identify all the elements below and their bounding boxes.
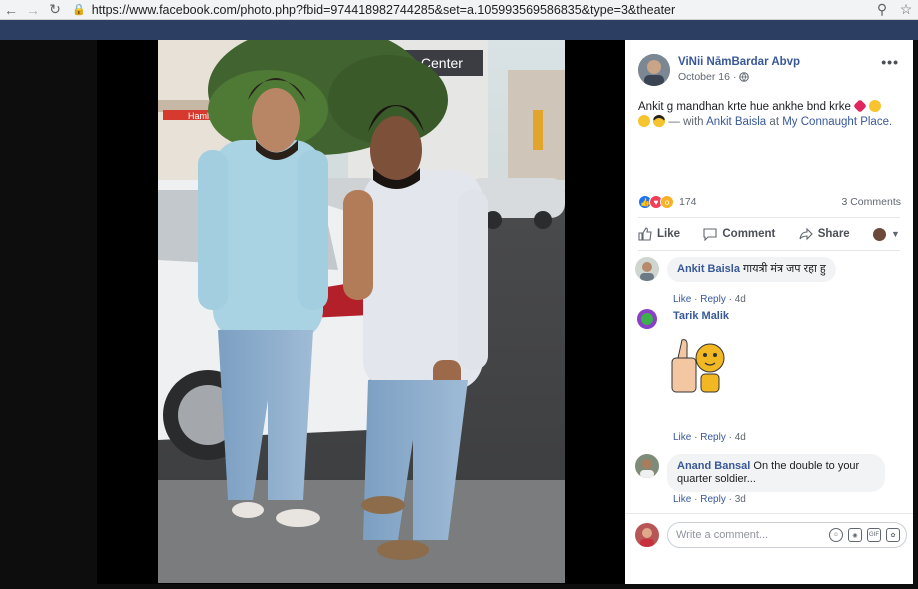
camera-icon[interactable]: ◉ xyxy=(848,528,862,542)
post-date[interactable]: October 16 xyxy=(678,71,730,83)
globe-icon xyxy=(739,72,750,82)
bookmark-star-icon[interactable]: ☆ xyxy=(894,1,918,18)
comments-section: Ankit Baisla गायत्री मंत्र जप रहा हु Lik… xyxy=(625,251,913,584)
post-text: Ankit g mandhan krte hue ankhe bnd krke … xyxy=(638,99,906,130)
share-arrow-icon xyxy=(799,227,813,241)
gif-icon[interactable]: GIF xyxy=(867,528,881,542)
emoji-picker-icon[interactable]: ☺ xyxy=(829,528,843,542)
comment-like-link[interactable]: Like xyxy=(673,494,691,505)
more-options-icon[interactable]: ••• xyxy=(881,54,899,70)
post-details-panel: ViNii NāmBardar Abvp October 16 · ••• An… xyxy=(625,40,913,584)
comment-actions: Like · Reply · 4d xyxy=(673,432,746,443)
comment-item: Anand Bansal On the double to your quart… xyxy=(635,454,885,492)
commenter-name[interactable]: Ankit Baisla xyxy=(677,263,740,275)
url-text: https://www.facebook.com/photo.php?fbid=… xyxy=(91,2,676,17)
red-heart-emoji xyxy=(853,99,867,113)
commenter-name[interactable]: Tarik Malik xyxy=(673,310,729,322)
comment-bubble: Anand Bansal On the double to your quart… xyxy=(667,454,885,492)
comment-placeholder: Write a comment... xyxy=(676,529,769,541)
comment-button[interactable]: Comment xyxy=(703,227,775,241)
reaction-count: 174 xyxy=(679,196,697,208)
comment-reply-link[interactable]: Reply xyxy=(700,294,726,305)
post-photo[interactable]: Hamleys y Center xyxy=(158,40,565,583)
facebook-top-bar xyxy=(0,20,918,40)
grinning-squinting-emoji xyxy=(869,100,882,112)
address-bar[interactable]: 🔒 https://www.facebook.com/photo.php?fbi… xyxy=(72,1,870,19)
thumbs-up-sticker xyxy=(671,339,725,393)
commenter-name-block: Tarik Malik xyxy=(673,310,729,331)
post-meta: October 16 · xyxy=(678,71,800,83)
share-label: Share xyxy=(817,228,850,240)
viewer-avatar xyxy=(635,523,659,547)
comment-like-link[interactable]: Like xyxy=(673,432,691,443)
commenter-avatar[interactable] xyxy=(635,454,659,478)
chevron-down-icon: ▼ xyxy=(891,229,900,239)
sticker-icon[interactable]: ✿ xyxy=(886,528,900,542)
author-avatar-image xyxy=(638,54,670,86)
photo-illustration: Hamleys y Center xyxy=(158,40,565,583)
reactions-summary[interactable]: 👍 ♥ o 174 xyxy=(638,195,697,209)
comment-bubble-icon xyxy=(703,228,717,241)
author-block: ViNii NāmBardar Abvp October 16 · xyxy=(678,56,800,83)
audience-avatar xyxy=(873,227,887,241)
dot-separator: · xyxy=(732,71,737,83)
comment-actions: Like · Reply · 3d xyxy=(673,494,746,505)
tagged-person-link[interactable]: Ankit Baisla xyxy=(706,116,766,128)
author-avatar[interactable] xyxy=(638,54,670,86)
reload-icon[interactable]: ↻ xyxy=(44,0,66,20)
post-actions: Like Comment Share ▼ xyxy=(638,217,900,251)
place-link[interactable]: My Connaught Place. xyxy=(782,116,892,128)
viewer-avatar-image xyxy=(635,523,659,547)
comment-like-link[interactable]: Like xyxy=(673,294,691,305)
lock-icon: 🔒 xyxy=(72,4,86,16)
commenter-avatar[interactable] xyxy=(635,257,659,281)
comment-item: Ankit Baisla गायत्री मंत्र जप रहा हु xyxy=(635,257,836,282)
divider xyxy=(625,513,913,514)
grinning-squinting-emoji-2 xyxy=(638,115,650,127)
browser-toolbar: ← → ↻ 🔒 https://www.facebook.com/photo.p… xyxy=(0,0,918,20)
reaction-audience-selector[interactable]: ▼ xyxy=(873,227,900,241)
comment-reply-link[interactable]: Reply xyxy=(700,494,726,505)
comment-label: Comment xyxy=(722,228,776,240)
comment-actions: Like · Reply · 4d xyxy=(673,294,746,305)
comment-age: 4d xyxy=(734,294,746,305)
like-button[interactable]: Like xyxy=(638,227,680,241)
post-header: ViNii NāmBardar Abvp October 16 · xyxy=(638,54,800,86)
at-word: at xyxy=(769,116,780,128)
comment-age: 3d xyxy=(734,494,746,505)
comments-count-link[interactable]: 3 Comments xyxy=(841,196,901,208)
share-button[interactable]: Share xyxy=(799,227,850,241)
like-label: Like xyxy=(657,228,681,240)
commenter-avatar-image xyxy=(635,257,659,281)
commenter-avatar-image xyxy=(635,454,659,478)
comment-age: 4d xyxy=(734,432,746,443)
key-icon[interactable]: ⚲ xyxy=(870,1,894,18)
thumbs-up-icon xyxy=(638,227,652,241)
comment-item: Tarik Malik xyxy=(635,307,729,331)
comment-bubble: Ankit Baisla गायत्री मंत्र जप रहा हु xyxy=(667,257,836,282)
wow-reaction-icon: o xyxy=(660,195,674,209)
write-comment-row: Write a comment... ☺ ◉ GIF ✿ xyxy=(635,522,907,548)
comment-reply-link[interactable]: Reply xyxy=(700,432,726,443)
commenter-avatar[interactable] xyxy=(635,307,659,331)
with-prefix: — with xyxy=(668,116,704,128)
back-icon[interactable]: ← xyxy=(0,0,22,20)
comment-text: गायत्री मंत्र जप रहा हु xyxy=(743,263,826,275)
sunglasses-emoji xyxy=(653,115,666,127)
post-caption: Ankit g mandhan krte hue ankhe bnd krke xyxy=(638,101,851,113)
commenter-name[interactable]: Anand Bansal xyxy=(677,460,750,472)
author-name[interactable]: ViNii NāmBardar Abvp xyxy=(678,56,800,68)
commenter-avatar-image xyxy=(635,307,659,331)
forward-icon[interactable]: → xyxy=(22,0,44,20)
comment-input[interactable]: Write a comment... ☺ ◉ GIF ✿ xyxy=(667,522,907,548)
